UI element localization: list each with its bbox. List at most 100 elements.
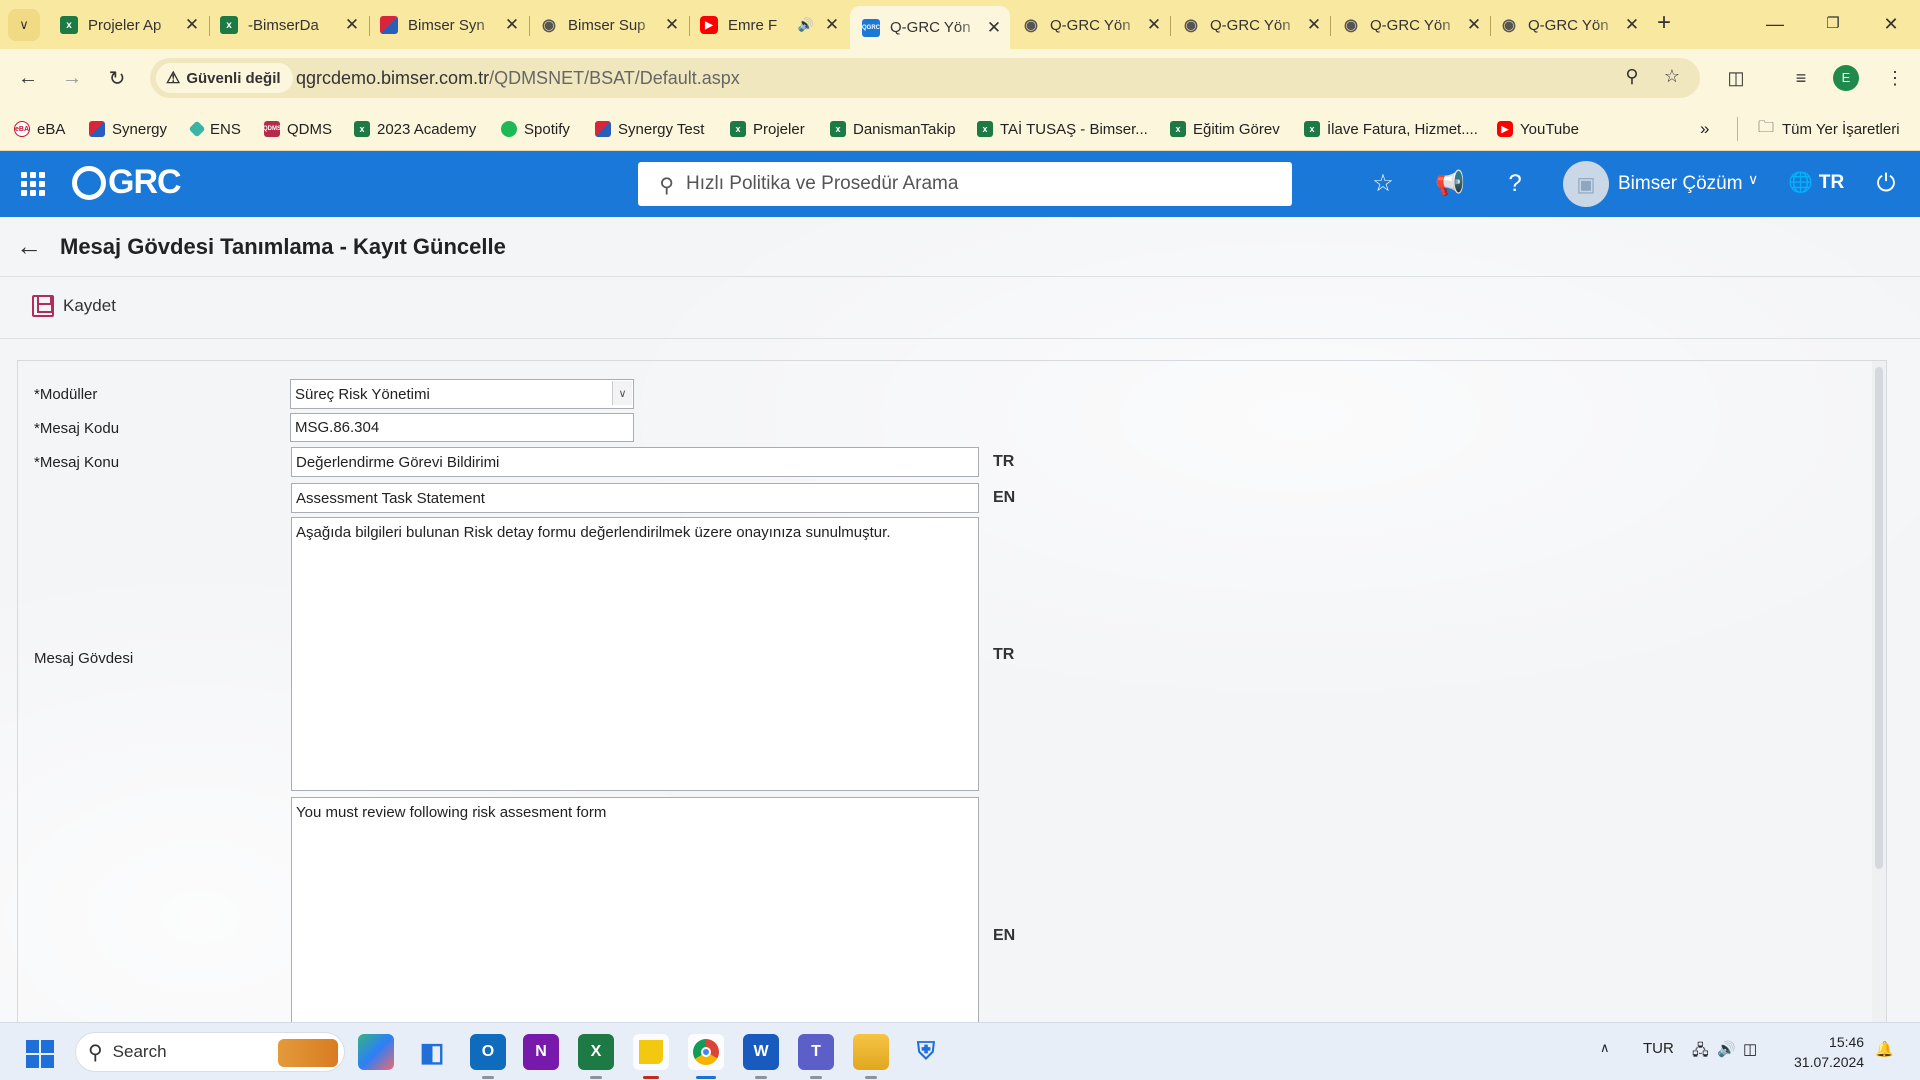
reload-button[interactable]: ↻ bbox=[100, 61, 134, 95]
close-icon[interactable]: ✕ bbox=[184, 15, 200, 35]
close-window-button[interactable]: ✕ bbox=[1871, 10, 1911, 38]
chevron-down-icon[interactable]: ∨ bbox=[1748, 171, 1758, 188]
excel-icon[interactable]: X bbox=[578, 1034, 614, 1070]
bookmark-youtube[interactable]: ▶ YouTube bbox=[1497, 117, 1579, 141]
taskbar-search-box[interactable]: ⚲ Search bbox=[75, 1032, 345, 1072]
back-button[interactable]: ← bbox=[11, 61, 45, 95]
security-shield-icon[interactable]: ⛨ bbox=[908, 1034, 944, 1070]
restore-button[interactable]: ❐ bbox=[1813, 10, 1853, 38]
message-body-tr-textarea[interactable]: Aşağıda bilgileri bulunan Risk detay for… bbox=[291, 517, 979, 791]
outlook-icon[interactable]: O bbox=[470, 1034, 506, 1070]
message-subject-en-input[interactable] bbox=[291, 483, 979, 513]
bookmark-spotify[interactable]: Spotify bbox=[501, 117, 570, 141]
notification-bell-icon[interactable]: 🔔 bbox=[1875, 1040, 1894, 1058]
modules-select[interactable]: Süreç Risk Yönetimi ∨ bbox=[290, 379, 634, 409]
bookmark-ilave-fatura[interactable]: x İlave Fatura, Hizmet.... bbox=[1304, 117, 1478, 141]
bookmark-eba[interactable]: eBA eBA bbox=[14, 117, 65, 141]
power-icon[interactable]: ⏻ bbox=[1871, 169, 1901, 199]
browser-tab-1[interactable]: x Projeler Ap ✕ bbox=[48, 8, 208, 42]
bookmark-label: Eğitim Görev bbox=[1193, 120, 1280, 138]
message-code-input[interactable] bbox=[290, 413, 634, 442]
teams-running-indicator bbox=[810, 1076, 822, 1079]
browser-tab-4[interactable]: ◉ Bimser Sup ✕ bbox=[528, 8, 688, 42]
favorites-star-icon[interactable]: ☆ bbox=[1368, 169, 1398, 199]
file-explorer-icon[interactable] bbox=[853, 1034, 889, 1070]
bookmark-synergy[interactable]: Synergy bbox=[89, 117, 167, 141]
close-icon[interactable]: ✕ bbox=[1146, 15, 1162, 35]
all-bookmarks-folder[interactable]: 🗀 Tüm Yer İşaretleri bbox=[1758, 117, 1900, 141]
network-icon[interactable]: 🖧 bbox=[1692, 1040, 1709, 1065]
tab-title: Q-GRC Yön bbox=[1370, 16, 1451, 34]
close-icon[interactable]: ✕ bbox=[986, 18, 1002, 38]
save-button[interactable]: Kaydet bbox=[32, 295, 116, 317]
url-text[interactable]: qgrcdemo.bimser.com.tr/QDMSNET/BSAT/Defa… bbox=[296, 68, 740, 89]
keyboard-language[interactable]: TUR bbox=[1643, 1040, 1674, 1057]
close-icon[interactable]: ✕ bbox=[664, 15, 680, 35]
volume-icon[interactable]: 🔊 bbox=[1717, 1040, 1736, 1058]
battery-icon[interactable]: ◫ bbox=[1743, 1040, 1757, 1058]
bookmark-danismantakip[interactable]: x DanismanTakip bbox=[830, 117, 956, 141]
message-body-en-textarea[interactable]: You must review following risk assesment… bbox=[291, 797, 979, 1027]
teams-icon[interactable]: T bbox=[798, 1034, 834, 1070]
announcement-icon[interactable]: 📢 bbox=[1435, 169, 1465, 199]
sticky-notes-icon[interactable] bbox=[633, 1034, 669, 1070]
browser-tab-9[interactable]: ◉ Q-GRC Yön ✕ bbox=[1330, 8, 1490, 42]
minimize-button[interactable]: — bbox=[1755, 10, 1795, 38]
browser-tab-7[interactable]: ◉ Q-GRC Yön ✕ bbox=[1010, 8, 1170, 42]
message-subject-tr-input[interactable] bbox=[291, 447, 979, 477]
bookmark-2023-academy[interactable]: x 2023 Academy bbox=[354, 117, 476, 141]
browser-tab-5[interactable]: ▶ Emre F 🔊 ✕ bbox=[688, 8, 848, 42]
system-clock[interactable]: 15:46 31.07.2024 bbox=[1794, 1032, 1864, 1072]
bookmark-egitim-gorev[interactable]: x Eğitim Görev bbox=[1170, 117, 1280, 141]
close-icon[interactable]: ✕ bbox=[1624, 15, 1640, 35]
word-icon[interactable]: W bbox=[743, 1034, 779, 1070]
browser-tab-3[interactable]: Bimser Syn ✕ bbox=[368, 8, 528, 42]
browser-tab-8[interactable]: ◉ Q-GRC Yön ✕ bbox=[1170, 8, 1330, 42]
tab-search-button[interactable]: ∨ bbox=[8, 9, 40, 41]
extensions-icon[interactable]: ◫ bbox=[1721, 63, 1751, 93]
copilot-icon[interactable] bbox=[358, 1034, 394, 1070]
browser-tab-10[interactable]: ◉ Q-GRC Yön ✕ bbox=[1488, 8, 1648, 42]
scrollbar[interactable] bbox=[1872, 361, 1886, 1022]
policy-search-input[interactable] bbox=[686, 173, 1246, 195]
speaker-icon[interactable]: 🔊 bbox=[798, 17, 814, 33]
app-launcher-icon[interactable] bbox=[21, 172, 45, 196]
forward-button[interactable]: → bbox=[55, 61, 89, 95]
policy-search-box[interactable]: ⚲ bbox=[638, 162, 1292, 206]
more-menu-icon[interactable]: ⋮ bbox=[1880, 63, 1910, 93]
back-arrow-icon[interactable]: ← bbox=[16, 231, 42, 262]
media-control-icon[interactable]: ≡ bbox=[1786, 63, 1816, 93]
close-icon[interactable]: ✕ bbox=[1306, 15, 1322, 35]
close-icon[interactable]: ✕ bbox=[824, 15, 840, 35]
address-bar[interactable]: ⚠ Güvenli değil qgrcdemo.bimser.com.tr/Q… bbox=[150, 58, 1700, 98]
close-icon[interactable]: ✕ bbox=[504, 15, 520, 35]
close-icon[interactable]: ✕ bbox=[344, 15, 360, 35]
windows-start-icon[interactable] bbox=[26, 1040, 54, 1068]
security-chip[interactable]: ⚠ Güvenli değil bbox=[156, 63, 293, 93]
onenote-icon[interactable]: N bbox=[523, 1034, 559, 1070]
language-switcher[interactable]: 🌐 TR bbox=[1788, 170, 1844, 195]
help-icon[interactable]: ? bbox=[1500, 169, 1530, 199]
qgrc-logo[interactable]: GRC bbox=[72, 163, 182, 202]
bookmark-synergy-test[interactable]: Synergy Test bbox=[595, 117, 704, 141]
security-label: Güvenli değil bbox=[186, 69, 281, 87]
user-avatar[interactable]: ▣ bbox=[1563, 161, 1609, 207]
bookmark-ens[interactable]: ENS bbox=[188, 117, 241, 141]
close-icon[interactable]: ✕ bbox=[1466, 15, 1482, 35]
widgets-icon[interactable]: ◧ bbox=[414, 1034, 450, 1070]
profile-avatar[interactable]: E bbox=[1833, 65, 1859, 91]
new-tab-button[interactable]: + bbox=[1650, 10, 1678, 38]
bookmark-star-icon[interactable]: ☆ bbox=[1660, 66, 1684, 90]
browser-tab-6-active[interactable]: QGRC Q-GRC Yön ✕ bbox=[850, 6, 1010, 49]
chrome-icon[interactable] bbox=[688, 1034, 724, 1070]
scrollbar-thumb[interactable] bbox=[1875, 367, 1883, 869]
more-bookmarks-chevron[interactable]: » bbox=[1700, 117, 1709, 141]
zoom-icon[interactable]: ⚲ bbox=[1620, 66, 1644, 90]
bookmark-tai-tusas[interactable]: x TAİ TUSAŞ - Bimser... bbox=[977, 117, 1148, 141]
bookmark-projeler[interactable]: x Projeler bbox=[730, 117, 805, 141]
bookmark-qdms[interactable]: QDMS QDMS bbox=[263, 117, 332, 141]
browser-tab-2[interactable]: x -BimserDa ✕ bbox=[208, 8, 368, 42]
user-name[interactable]: Bimser Çözüm bbox=[1618, 173, 1743, 195]
chevron-up-icon[interactable]: ∧ bbox=[1600, 1040, 1610, 1056]
chevron-down-icon[interactable]: ∨ bbox=[612, 381, 632, 405]
